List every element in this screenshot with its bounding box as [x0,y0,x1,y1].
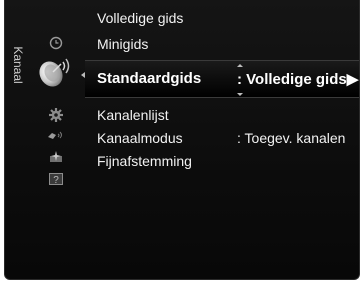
menu-item-label: Kanaalmodus [97,130,183,146]
svg-text:?: ? [53,175,59,186]
category-title: Kanaal [11,46,25,84]
menu-item-label: Kanalenlijst [97,107,169,123]
menu-item-volledige-gids[interactable]: Volledige gids [97,8,183,28]
up-arrow-icon[interactable] [237,64,243,67]
selected-item-label: Standaardgids [97,70,202,87]
tv-menu-screen: Kanaal ? Volledige gids Minigids Standaa… [4,0,360,280]
down-arrow-icon[interactable] [237,93,243,96]
satellite-dish-icon[interactable] [35,52,75,92]
menu-item-standaardgids-selected[interactable]: Standaardgids : Volledige gids▶ [85,60,359,98]
menu-list: Volledige gids Minigids Standaardgids : … [85,0,359,279]
menu-icon-rail: Kanaal ? [5,0,87,279]
gear-icon[interactable] [43,104,69,126]
selected-item-value: : Volledige gids▶ [237,70,358,88]
clock-icon[interactable] [43,32,69,54]
menu-item-value: : Toegev. kanalen [237,130,346,146]
menu-item-kanaalmodus[interactable]: Kanaalmodus : Toegev. kanalen [97,128,345,148]
menu-item-label: Fijnafstemming [97,153,192,169]
right-arrow-icon[interactable]: ▶ [347,71,359,88]
sparkle-app-icon[interactable] [43,146,69,168]
input-plug-icon[interactable] [43,124,69,146]
help-icon[interactable]: ? [43,168,69,190]
menu-item-kanalenlijst[interactable]: Kanalenlijst [97,105,169,125]
selected-value-text: : Volledige gids [237,71,347,88]
menu-item-fijnafstemming[interactable]: Fijnafstemming [97,151,192,171]
menu-item-minigids[interactable]: Minigids [97,34,148,54]
